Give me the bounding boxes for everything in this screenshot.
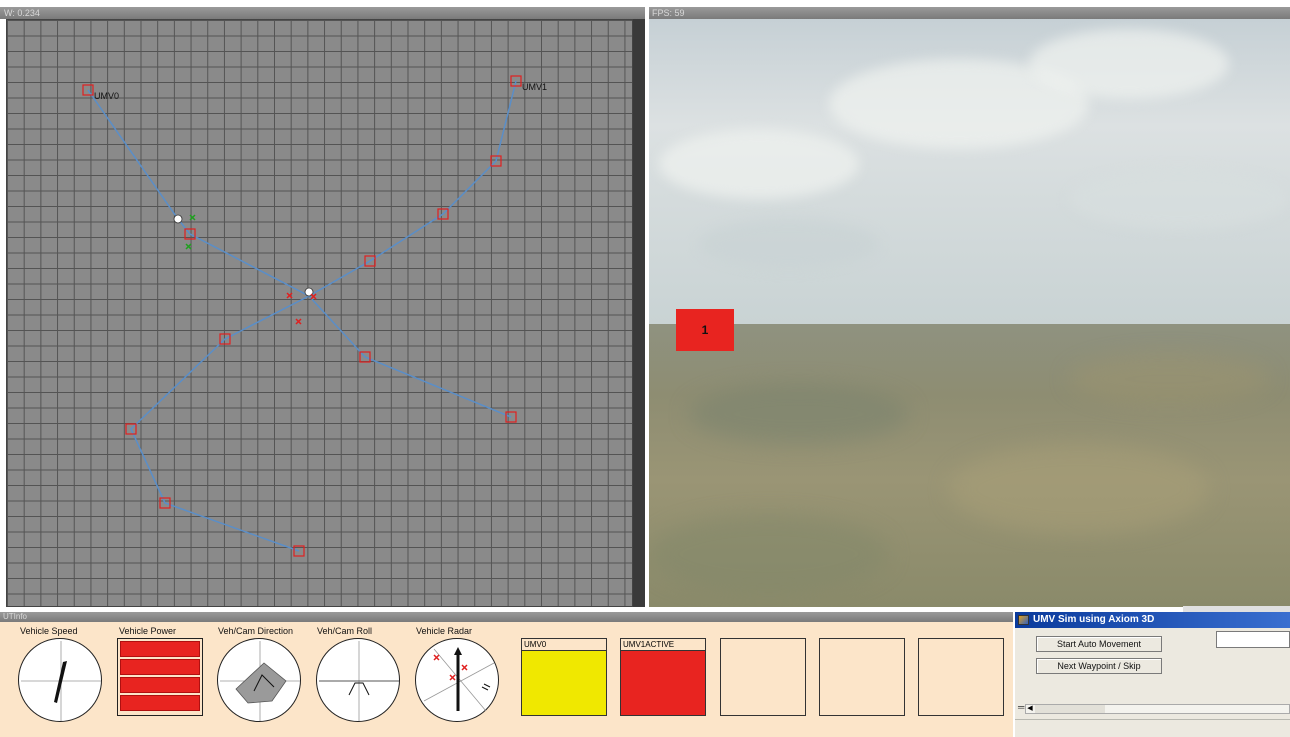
vehicle-slot-empty[interactable] <box>819 638 905 716</box>
green-x-icon <box>185 243 192 250</box>
waypoint-number: 1 <box>701 323 709 337</box>
power-gauge-label: Vehicle Power <box>119 626 177 636</box>
scroll-left-arrow-icon[interactable]: ◀ <box>1026 705 1034 713</box>
info-panel-title: UTInfo <box>3 612 28 621</box>
umv0-path <box>87 89 512 418</box>
sky <box>649 19 1290 324</box>
control-window-title: UMV Sim using Axiom 3D <box>1033 614 1155 625</box>
map-panel-titlebar: W: 0.234 <box>0 7 645 19</box>
speed-gauge-label: Vehicle Speed <box>20 626 78 636</box>
speed-gauge <box>18 638 102 722</box>
radar-gauge-label: Vehicle Radar <box>416 626 473 636</box>
green-x-icon <box>189 214 196 221</box>
map-overlay <box>82 75 522 557</box>
umv1-path <box>130 80 517 552</box>
view-panel-titlebar: FPS: 59 <box>649 7 1290 19</box>
power-bar <box>120 641 200 657</box>
red-x-icon <box>310 293 317 300</box>
fps-counter: FPS: 59 <box>652 8 685 18</box>
power-meter <box>117 638 203 716</box>
red-x-icon <box>286 292 293 299</box>
radar-gauge <box>415 638 499 722</box>
info-panel: Vehicle Speed Vehicle Power Veh/Cam Dire… <box>0 622 1013 737</box>
control-window-titlebar[interactable]: UMV Sim using Axiom 3D <box>1015 612 1290 628</box>
terrain <box>649 324 1290 607</box>
divider <box>1015 719 1290 720</box>
direction-gauge-label: Veh/Cam Direction <box>218 626 294 636</box>
app-icon <box>1018 615 1029 625</box>
umv0-label: UMV0 <box>94 91 120 101</box>
roll-gauge <box>316 638 400 722</box>
vehicle-slot-label: UMV1ACTIVE <box>621 639 705 651</box>
umv1-label: UMV1 <box>522 82 548 92</box>
scrollbar-thumb[interactable] <box>1035 705 1105 713</box>
vehicle-slot-label: UMV0 <box>522 639 606 651</box>
vehicle-slot-empty[interactable] <box>918 638 1004 716</box>
vehicle-slot-umv0[interactable]: UMV0 <box>521 638 607 716</box>
waypoint-marker-3d[interactable]: 1 <box>676 309 734 351</box>
vehicle-slot-empty[interactable] <box>720 638 806 716</box>
map-scrollbar[interactable] <box>633 19 645 607</box>
3d-viewport[interactable]: 1 <box>649 19 1290 607</box>
direction-indicator-icon <box>235 662 287 704</box>
umv0-vehicle-icon[interactable] <box>173 214 183 224</box>
power-bar <box>120 659 200 675</box>
speed-needle-icon <box>54 661 67 703</box>
vehicle-status-fill <box>621 651 705 715</box>
info-panel-titlebar: UTInfo <box>0 612 1013 622</box>
start-auto-movement-button[interactable]: Start Auto Movement <box>1036 636 1162 652</box>
power-bar <box>120 677 200 693</box>
radar-heading-icon <box>454 647 462 655</box>
red-x-icon <box>295 318 302 325</box>
next-waypoint-button[interactable]: Next Waypoint / Skip <box>1036 658 1162 674</box>
vehicle-status-fill <box>522 651 606 715</box>
vehicle-slot-umv1[interactable]: UMV1ACTIVE <box>620 638 706 716</box>
roll-gauge-label: Veh/Cam Roll <box>317 626 373 636</box>
power-bar <box>120 695 200 711</box>
splitter-handle-icon[interactable]: ═ <box>1018 702 1024 712</box>
direction-gauge <box>217 638 301 722</box>
map-panel-title: W: 0.234 <box>4 8 40 18</box>
control-text-field[interactable] <box>1216 631 1290 648</box>
